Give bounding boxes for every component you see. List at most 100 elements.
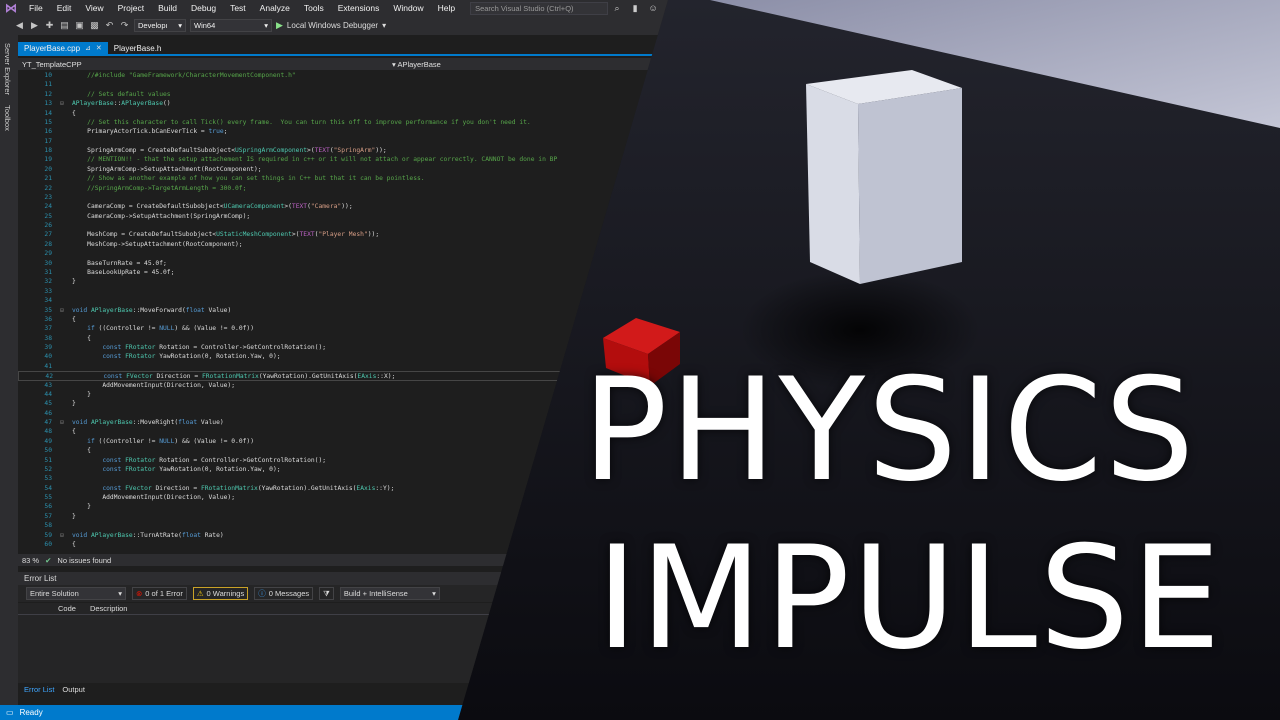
- code-line[interactable]: 28 MeshComp->SetupAttachment(RootCompone…: [18, 240, 658, 249]
- document-tabs: PlayerBase.cpp ⊿ ✕ PlayerBase.h: [18, 42, 668, 56]
- line-number: 20: [44, 165, 52, 173]
- menu-edit[interactable]: Edit: [50, 3, 79, 13]
- chevron-down-icon[interactable]: ▾: [382, 21, 386, 30]
- status-text: Ready: [19, 708, 43, 717]
- code-line[interactable]: 20 SpringArmComp->SetupAttachment(RootCo…: [18, 165, 658, 174]
- code-line[interactable]: 38 {: [18, 334, 658, 343]
- scope-filter-dropdown[interactable]: Entire Solution ▾: [26, 587, 126, 600]
- code-line[interactable]: 29: [18, 249, 658, 258]
- menu-window[interactable]: Window: [386, 3, 430, 13]
- code-line[interactable]: 26: [18, 221, 658, 230]
- menu-build[interactable]: Build: [151, 3, 184, 13]
- line-number: 23: [44, 193, 52, 201]
- line-number: 14: [44, 109, 52, 117]
- new-project-icon[interactable]: ✚: [44, 20, 55, 31]
- zoom-level[interactable]: 83 %: [22, 556, 39, 565]
- code-line[interactable]: 33: [18, 287, 658, 296]
- code-line[interactable]: 21 // Show as another example of how you…: [18, 174, 658, 183]
- save-all-icon[interactable]: ▩: [89, 20, 100, 31]
- scope-dropdown[interactable]: ▾ APlayerBase: [388, 60, 441, 69]
- menu-analyze[interactable]: Analyze: [253, 3, 297, 13]
- menu-view[interactable]: View: [78, 3, 110, 13]
- code-text: {: [72, 334, 91, 342]
- line-number: 49: [44, 437, 52, 445]
- play-icon[interactable]: ▶: [276, 20, 283, 31]
- code-line[interactable]: 11: [18, 80, 658, 89]
- column-code[interactable]: Code: [58, 604, 76, 613]
- status-icon: ▭: [6, 708, 14, 717]
- code-line[interactable]: 22 //SpringArmComp->TargetArmLength = 30…: [18, 184, 658, 193]
- open-folder-icon[interactable]: ▤: [59, 20, 70, 31]
- toolbox-tab[interactable]: Toolbox: [3, 105, 12, 131]
- tab-playerbase-h[interactable]: PlayerBase.h: [108, 42, 168, 54]
- search-icon[interactable]: ⌕: [608, 3, 626, 14]
- configuration-dropdown[interactable]: Developı ▾: [134, 19, 186, 32]
- feedback-icon[interactable]: ☺: [644, 3, 662, 13]
- line-number: 44: [44, 390, 52, 398]
- tab-error-list[interactable]: Error List: [24, 685, 54, 697]
- pin-icon[interactable]: ▮: [626, 3, 644, 14]
- code-line[interactable]: 19 // MENTION!! - that the setup attache…: [18, 155, 658, 164]
- code-line[interactable]: 34: [18, 296, 658, 305]
- code-line[interactable]: 14 {: [18, 109, 658, 118]
- fold-gutter: ⊟: [60, 306, 64, 314]
- code-line[interactable]: 30 BaseTurnRate = 45.0f;: [18, 259, 658, 268]
- code-line[interactable]: 36 {: [18, 315, 658, 324]
- line-number: 29: [44, 250, 52, 258]
- filter-button[interactable]: ⧩: [319, 587, 334, 600]
- source-filter-dropdown[interactable]: Build + IntelliSense ▾: [339, 587, 440, 600]
- undo-icon[interactable]: ↶: [104, 20, 115, 31]
- pin-icon[interactable]: ⊿: [85, 44, 91, 52]
- code-line[interactable]: 10 //#include "GameFramework/CharacterMo…: [18, 71, 658, 80]
- menu-debug[interactable]: Debug: [184, 3, 223, 13]
- column-description[interactable]: Description: [90, 604, 128, 613]
- code-line[interactable]: 39 const FRotator Rotation = Controller-…: [18, 343, 658, 352]
- menu-extensions[interactable]: Extensions: [331, 3, 387, 13]
- code-line[interactable]: 31 BaseLookUpRate = 45.0f;: [18, 268, 658, 277]
- chevron-down-icon: ▾: [432, 589, 436, 598]
- code-line[interactable]: 37 if ((Controller != NULL) && (Value !=…: [18, 324, 658, 333]
- redo-icon[interactable]: ↷: [119, 20, 130, 31]
- tab-playerbase-cpp[interactable]: PlayerBase.cpp ⊿ ✕: [18, 42, 108, 54]
- menu-test[interactable]: Test: [223, 3, 253, 13]
- code-line[interactable]: 23: [18, 193, 658, 202]
- code-line[interactable]: 25 CameraComp->SetupAttachment(SpringArm…: [18, 212, 658, 221]
- code-line[interactable]: 24 CameraComp = CreateDefaultSubobject<U…: [18, 202, 658, 211]
- source-filter-value: Build + IntelliSense: [343, 589, 408, 598]
- server-explorer-tab[interactable]: Server Explorer: [3, 43, 12, 95]
- close-icon[interactable]: ✕: [96, 44, 102, 52]
- code-line[interactable]: 15 // Set this character to call Tick() …: [18, 118, 658, 127]
- line-number: 48: [44, 428, 52, 436]
- menu-tools[interactable]: Tools: [297, 3, 331, 13]
- fold-gutter: ⊟: [60, 100, 64, 108]
- line-number: 30: [44, 259, 52, 267]
- code-line[interactable]: 12 // Sets default values: [18, 90, 658, 99]
- menu-project[interactable]: Project: [111, 3, 151, 13]
- tab-output[interactable]: Output: [62, 685, 85, 697]
- search-input[interactable]: Search Visual Studio (Ctrl+Q): [470, 1, 609, 15]
- code-text: const FRotator YawRotation(0, Rotation.Y…: [102, 465, 281, 473]
- errors-filter-button[interactable]: ⊗ 0 of 1 Error: [132, 587, 187, 600]
- code-line[interactable]: 32}: [18, 277, 658, 286]
- code-line[interactable]: 40 const FRotator YawRotation(0, Rotatio…: [18, 352, 658, 361]
- navigate-back-icon[interactable]: ◀: [14, 20, 25, 31]
- start-debugger-button[interactable]: Local Windows Debugger: [287, 21, 378, 30]
- code-line[interactable]: 16 PrimaryActorTick.bCanEverTick = true;: [18, 127, 658, 136]
- project-dropdown[interactable]: YT_TemplateCPP: [18, 60, 388, 69]
- code-line[interactable]: 35 ⊟ void APlayerBase::MoveForward(float V…: [18, 306, 658, 315]
- menu-file[interactable]: File: [22, 3, 50, 13]
- messages-filter-button[interactable]: ⓘ 0 Messages: [254, 587, 314, 600]
- code-line[interactable]: 13 ⊟ APlayerBase::APlayerBase(): [18, 99, 658, 108]
- code-text: CameraComp = CreateDefaultSubobject<UCam…: [72, 203, 353, 211]
- save-icon[interactable]: ▣: [74, 20, 85, 31]
- navigate-forward-icon[interactable]: ▶: [29, 20, 40, 31]
- issues-status[interactable]: No issues found: [57, 556, 111, 565]
- code-line[interactable]: 27 MeshComp = CreateDefaultSubobject<USt…: [18, 230, 658, 239]
- platform-dropdown[interactable]: Win64 ▾: [190, 19, 272, 32]
- info-icon: ⓘ: [258, 589, 266, 598]
- code-line[interactable]: 18 SpringArmComp = CreateDefaultSubobjec…: [18, 146, 658, 155]
- code-line[interactable]: 17: [18, 137, 658, 146]
- line-number: 33: [44, 287, 52, 295]
- menu-help[interactable]: Help: [431, 3, 462, 13]
- warnings-filter-button[interactable]: ⚠ 0 Warnings: [192, 587, 249, 600]
